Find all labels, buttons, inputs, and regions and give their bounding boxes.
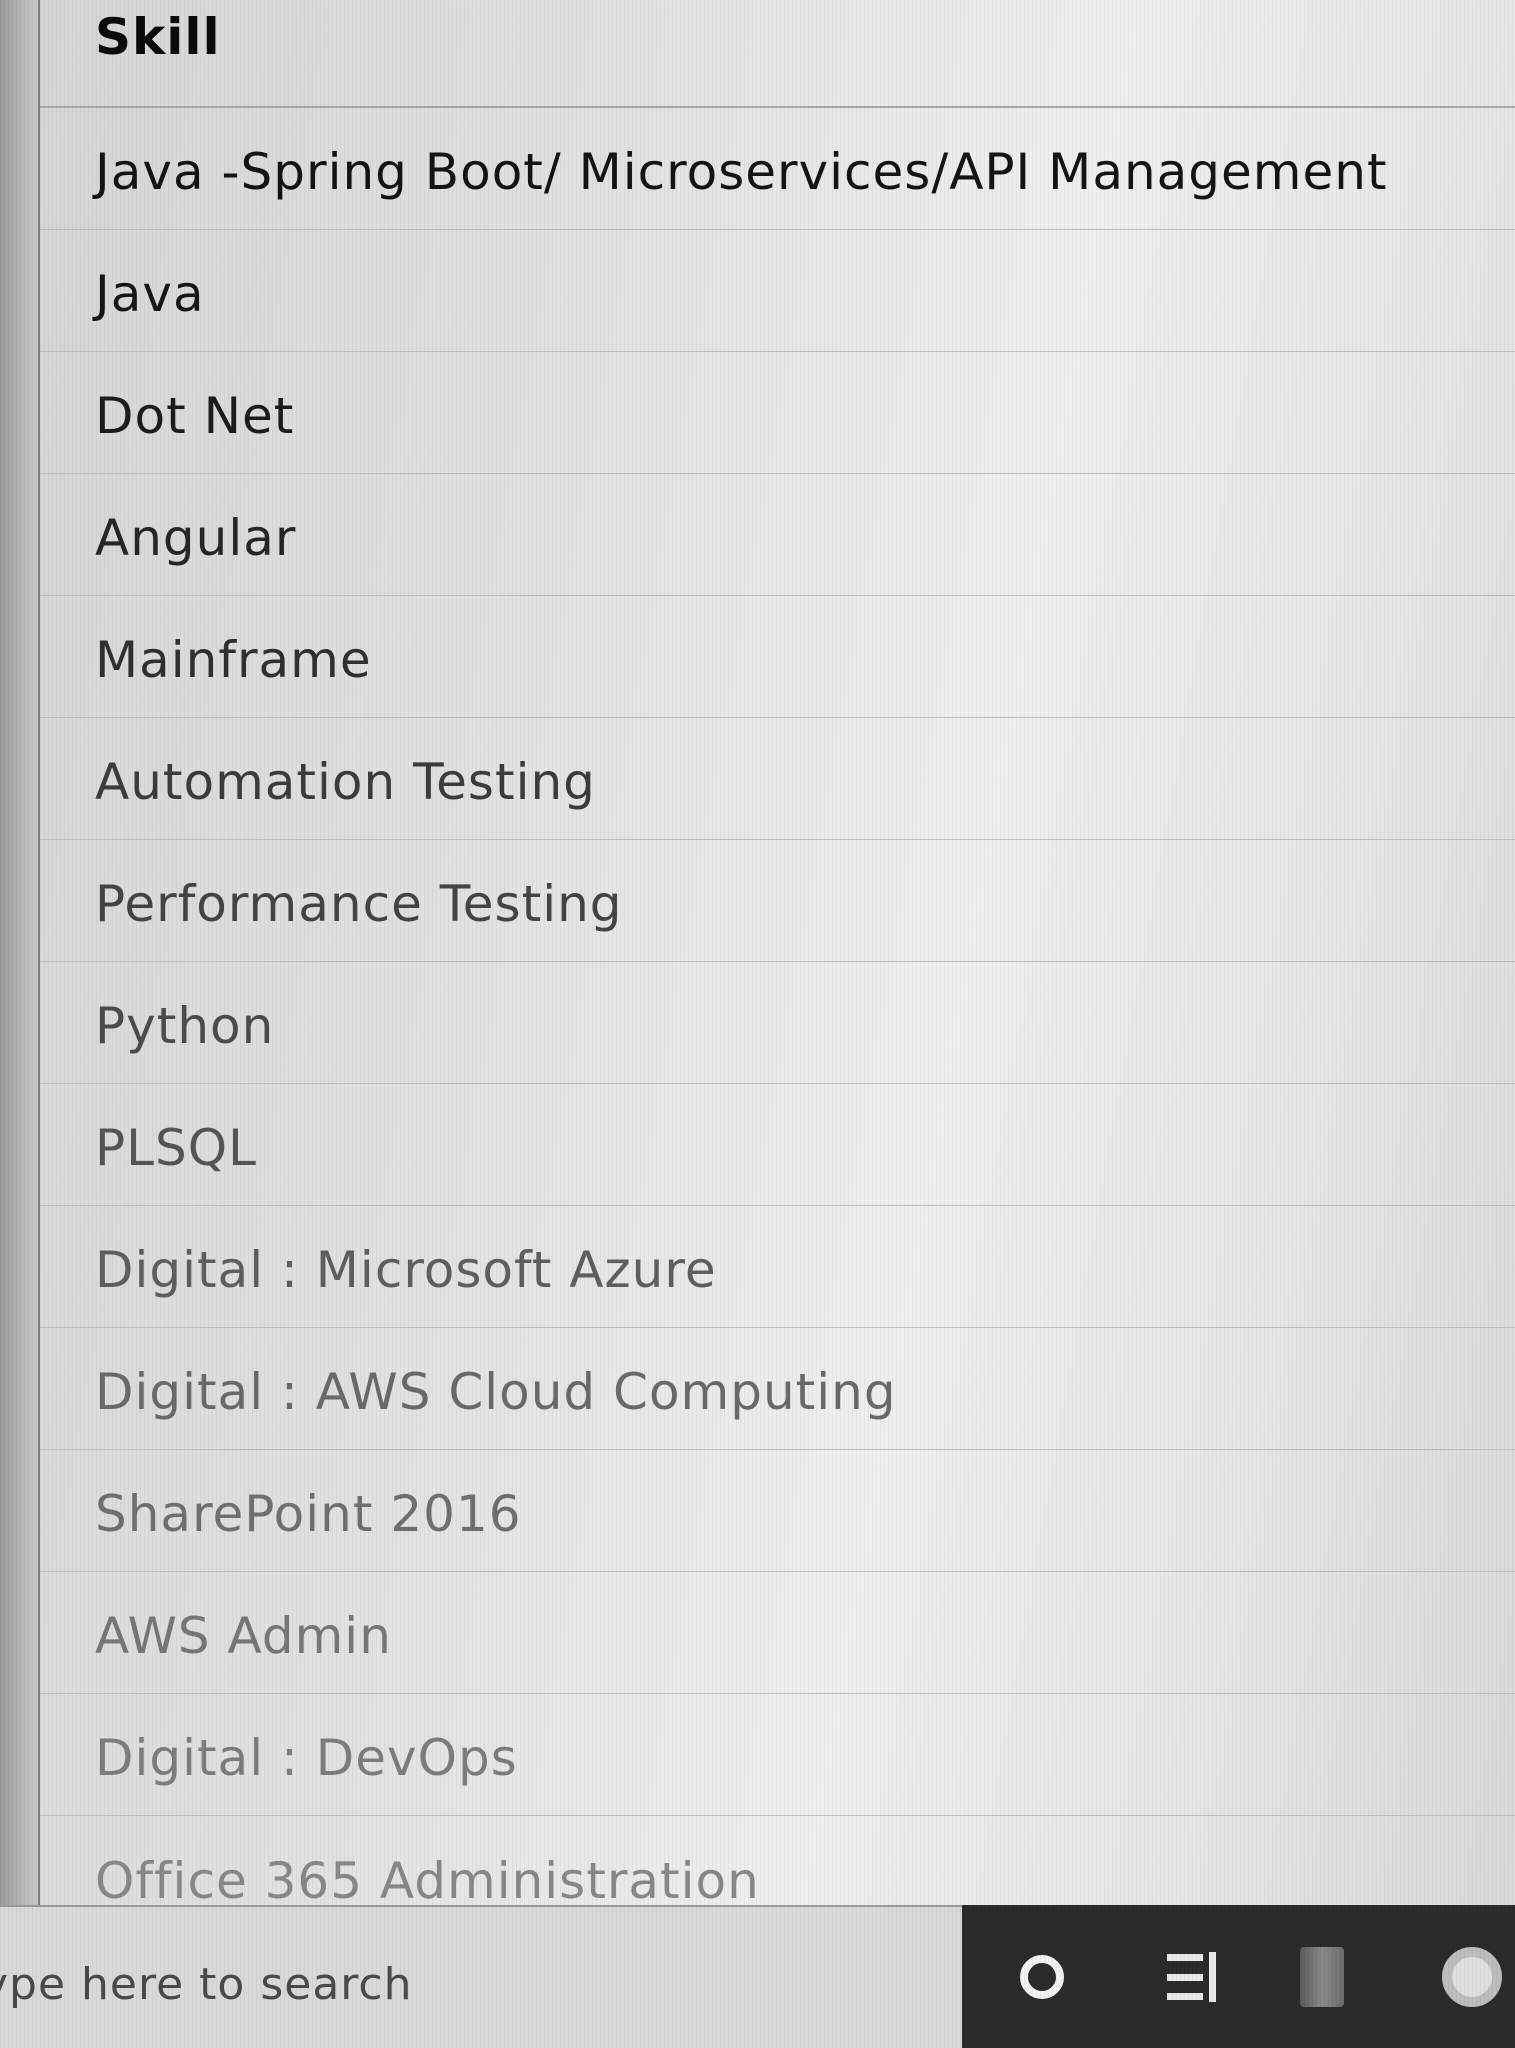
table-row[interactable]: Python [40, 962, 1515, 1084]
skill-cell: Digital : DevOps [95, 1729, 518, 1787]
skill-cell: Dot Net [95, 387, 295, 445]
taskbar [962, 1905, 1515, 2048]
skill-cell: Digital : AWS Cloud Computing [95, 1363, 897, 1421]
skill-cell: PLSQL [95, 1119, 257, 1177]
skill-cell: Office 365 Administration [95, 1852, 760, 1910]
table-row[interactable]: PLSQL [40, 1084, 1515, 1206]
skill-table: Skill Java -Spring Boot/ Microservices/A… [38, 0, 1515, 1910]
browser-icon[interactable] [1412, 1905, 1515, 2048]
skill-cell: Angular [95, 509, 297, 567]
skill-cell: Mainframe [95, 631, 372, 689]
table-row[interactable]: Mainframe [40, 596, 1515, 718]
skill-cell: Python [95, 997, 275, 1055]
table-row[interactable]: SharePoint 2016 [40, 1450, 1515, 1572]
skill-cell: Java -Spring Boot/ Microservices/API Man… [95, 143, 1388, 201]
skill-cell: SharePoint 2016 [95, 1485, 522, 1543]
cortana-icon[interactable] [982, 1905, 1102, 2048]
table-header-row: Skill [40, 0, 1515, 108]
table-row[interactable]: Digital : AWS Cloud Computing [40, 1328, 1515, 1450]
task-view-icon[interactable] [1132, 1905, 1252, 2048]
table-row[interactable]: Digital : Microsoft Azure [40, 1206, 1515, 1328]
skill-cell: Automation Testing [95, 753, 596, 811]
table-row[interactable]: AWS Admin [40, 1572, 1515, 1694]
table-row[interactable]: Digital : DevOps [40, 1694, 1515, 1816]
table-row[interactable]: Angular [40, 474, 1515, 596]
app-icon[interactable] [1262, 1905, 1382, 2048]
window-left-edge [0, 0, 38, 1905]
skill-cell: Digital : Microsoft Azure [95, 1241, 717, 1299]
skill-column-header: Skill [95, 8, 221, 66]
table-row[interactable]: Automation Testing [40, 718, 1515, 840]
search-placeholder[interactable]: ype here to search [0, 1959, 412, 2010]
skill-cell: Performance Testing [95, 875, 623, 933]
table-row[interactable]: Performance Testing [40, 840, 1515, 962]
skill-cell: AWS Admin [95, 1607, 392, 1665]
table-row[interactable]: Java -Spring Boot/ Microservices/API Man… [40, 108, 1515, 230]
skill-cell: Java [95, 265, 205, 323]
table-row[interactable]: Java [40, 230, 1515, 352]
table-row[interactable]: Dot Net [40, 352, 1515, 474]
taskbar-search-box[interactable]: ype here to search [0, 1905, 962, 2048]
